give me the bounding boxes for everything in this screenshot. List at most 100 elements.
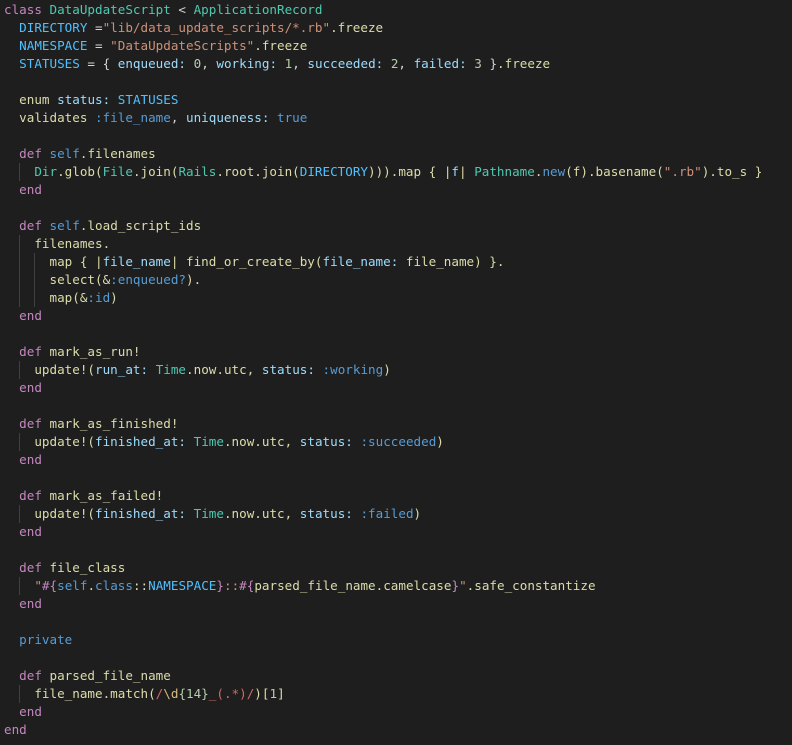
code-token: class	[4, 2, 50, 17]
code-token: Pathname	[474, 164, 535, 179]
indent-guide	[19, 289, 21, 307]
indent-guide	[19, 163, 21, 181]
code-token: }	[216, 578, 224, 593]
code-editor[interactable]: class DataUpdateScript < ApplicationReco…	[0, 0, 792, 745]
code-token: select(&	[49, 272, 111, 287]
code-token: mark_as_run!	[49, 344, 141, 359]
code-token: filenames.	[34, 236, 111, 251]
code-line: file_name.match(/\d{14}_(.*)/)[1]	[0, 685, 792, 703]
code-token: .safe_constantize	[466, 578, 596, 593]
code-line: "#{self.class::NAMESPACE}::#{parsed_file…	[0, 577, 792, 595]
code-token: <	[170, 2, 194, 17]
code-token: STATUSES	[117, 92, 179, 107]
code-line: STATUSES = { enqueued: 0, working: 1, su…	[0, 55, 792, 73]
code-token: end	[19, 704, 42, 719]
code-token: )	[413, 506, 422, 521]
code-token: update!(	[34, 362, 96, 377]
code-token: run_at:	[95, 362, 149, 377]
code-token: #{	[239, 578, 255, 593]
code-token: parsed_file_name	[49, 668, 171, 683]
code-line: update!(finished_at: Time.now.utc, statu…	[0, 505, 792, 523]
code-token: .	[87, 578, 96, 593]
code-token: | find_or_create_by(	[170, 254, 323, 269]
indent-guide	[19, 271, 21, 289]
indent-guide	[19, 235, 21, 253]
code-token: "DataUpdateScripts"	[110, 38, 255, 53]
code-line: enum status: STATUSES	[0, 91, 792, 109]
code-token: self	[49, 218, 80, 233]
code-token: .filenames	[79, 146, 156, 161]
code-token: f	[451, 164, 460, 179]
code-line: end	[0, 595, 792, 613]
code-token: .glob(	[57, 164, 103, 179]
code-token: new	[542, 164, 566, 179]
code-token: map { |	[49, 254, 103, 269]
code-token: ).	[186, 272, 202, 287]
code-token: (f).basename(	[565, 164, 664, 179]
code-token: uniqueness:	[186, 110, 270, 125]
code-token: Time	[193, 506, 224, 521]
code-line: def parsed_file_name	[0, 667, 792, 685]
code-line: select(&:enqueued?).	[0, 271, 792, 289]
code-token: succeeded:	[307, 56, 384, 71]
code-token: DataUpdateScript	[49, 2, 171, 17]
code-line: end	[0, 703, 792, 721]
code-token: )	[110, 290, 118, 305]
code-token: )	[383, 362, 391, 377]
indent-guide	[19, 685, 21, 703]
code-token: ,	[292, 56, 308, 71]
code-token: failed:	[413, 56, 467, 71]
code-token: def	[19, 146, 50, 161]
indent-guide	[34, 271, 36, 289]
code-token: status:	[261, 362, 315, 377]
code-token: :file_name	[95, 110, 171, 125]
code-token: end	[19, 308, 42, 323]
code-token: |	[459, 164, 475, 179]
code-line: end	[0, 307, 792, 325]
code-token: end	[4, 722, 27, 737]
code-token: 3	[474, 56, 482, 71]
code-token: ::	[132, 578, 149, 593]
code-line: end	[0, 451, 792, 469]
code-token: end	[19, 452, 42, 467]
code-token: ,	[398, 56, 414, 71]
code-token: :enqueued?	[110, 272, 186, 287]
code-line: map(&:id)	[0, 289, 792, 307]
code-token: true	[277, 110, 308, 125]
code-token: def	[19, 668, 50, 683]
code-token: ))).map { |	[368, 164, 452, 179]
code-token: enqueued:	[117, 56, 187, 71]
code-token: Time	[193, 434, 224, 449]
code-token: }	[451, 578, 460, 593]
code-line: private	[0, 631, 792, 649]
code-token: .load_script_ids	[79, 218, 202, 233]
indent-guide	[19, 253, 21, 271]
code-line: update!(finished_at: Time.now.utc, statu…	[0, 433, 792, 451]
code-token: end	[19, 524, 42, 539]
code-line: end	[0, 523, 792, 541]
